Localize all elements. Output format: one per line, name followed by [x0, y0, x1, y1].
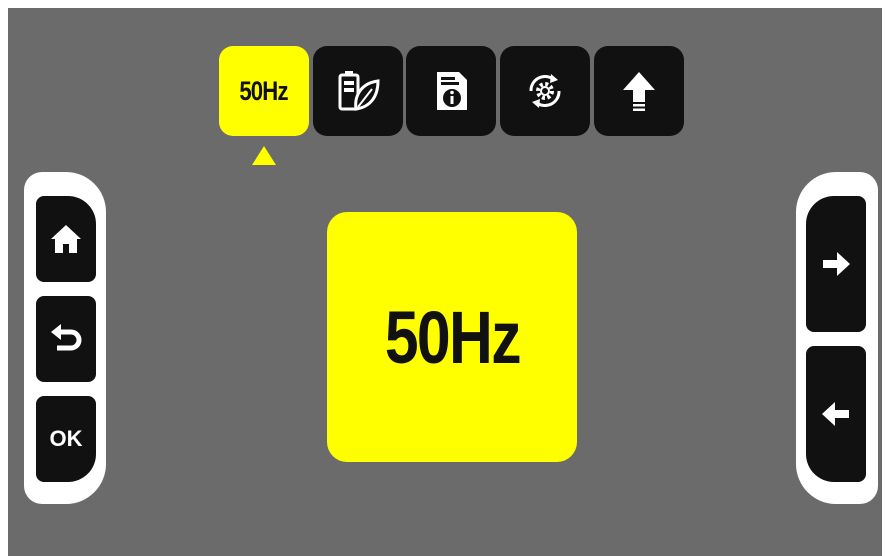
document-info-icon [437, 72, 467, 110]
undo-arrow-icon [51, 324, 82, 351]
tab-frequency-label: 50Hz [239, 75, 289, 106]
frequency-value-display: 50Hz [327, 212, 577, 462]
arrow-left-icon [822, 402, 849, 426]
settings-cycle-icon [529, 74, 561, 108]
back-button[interactable] [36, 296, 96, 382]
prev-button[interactable] [806, 346, 866, 482]
ok-button[interactable]: OK [36, 396, 96, 482]
tab-frequency[interactable]: 50Hz [219, 46, 309, 136]
tab-info[interactable] [406, 46, 496, 136]
arrow-right-icon [823, 252, 850, 276]
frequency-value-label: 50Hz [384, 295, 521, 379]
battery-leaf-icon [338, 71, 380, 111]
tab-update[interactable] [594, 46, 684, 136]
tab-eco[interactable] [313, 46, 403, 136]
home-icon [51, 225, 81, 253]
upload-arrow-icon [623, 72, 655, 111]
next-button[interactable] [806, 196, 866, 332]
tab-settings[interactable] [500, 46, 590, 136]
home-button[interactable] [36, 196, 96, 282]
active-tab-indicator [252, 146, 276, 165]
ok-label: OK [49, 426, 83, 451]
